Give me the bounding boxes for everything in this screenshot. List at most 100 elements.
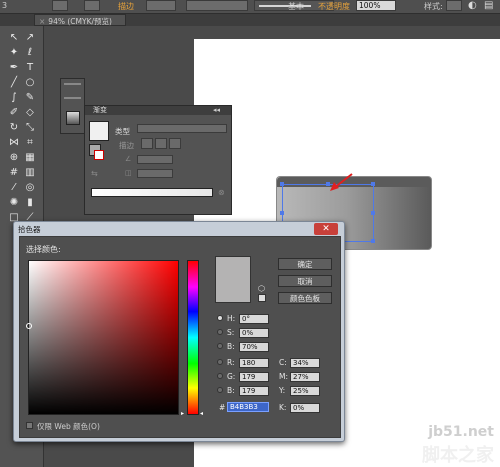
stroke-profile-label: 基本: [288, 2, 304, 11]
hue-slider[interactable]: [187, 260, 199, 415]
k-field[interactable]: 0%: [290, 403, 320, 413]
h-radio[interactable]: [217, 315, 223, 321]
color-swatches-button[interactable]: 颜色色板: [278, 292, 332, 304]
resize-handle[interactable]: [371, 182, 375, 186]
resize-handle[interactable]: [371, 239, 375, 243]
stroke-link[interactable]: 描边: [118, 1, 134, 12]
watermark-text: 脚本之家: [422, 445, 494, 466]
gradient-preview-swatch[interactable]: [89, 121, 109, 141]
document-tab[interactable]: × 94% (CMYK/预览): [34, 14, 126, 26]
m-field[interactable]: 27%: [290, 372, 320, 382]
stroke-indicator-icon[interactable]: [94, 150, 104, 160]
gradient-type-dropdown[interactable]: [137, 124, 227, 133]
out-of-gamut-icon[interactable]: ⬡: [258, 284, 265, 293]
tab-close-icon[interactable]: ×: [39, 17, 45, 26]
m-label: M:: [279, 372, 288, 381]
collapsed-panel-dock: [60, 78, 85, 134]
blue-field[interactable]: 179: [239, 386, 269, 396]
resize-handle[interactable]: [280, 182, 284, 186]
lasso-icon[interactable]: ℓ: [23, 46, 37, 60]
grip-icon[interactable]: [64, 97, 81, 99]
r-field[interactable]: 180: [239, 358, 269, 368]
direct-selection-tool-icon[interactable]: ↗: [23, 31, 37, 45]
blue-radio[interactable]: [217, 387, 223, 393]
opacity-link[interactable]: 不透明度: [318, 1, 350, 12]
stroke-label: 描边: [119, 141, 134, 150]
r-label: R:: [227, 358, 235, 367]
hue-slider-left-arrow-icon[interactable]: ▸: [181, 410, 184, 417]
s-radio[interactable]: [217, 329, 223, 335]
blend-tool-icon[interactable]: ◎: [23, 181, 37, 195]
type-tool-icon[interactable]: T: [23, 61, 37, 75]
variable-width-dropdown[interactable]: [186, 0, 248, 11]
web-only-label: 仅限 Web 颜色(O): [37, 422, 100, 431]
hex-field[interactable]: B4B3B3: [227, 402, 269, 412]
ok-button[interactable]: 确定: [278, 258, 332, 270]
width-tool-icon[interactable]: ⋈: [7, 136, 21, 150]
web-safe-swatch[interactable]: [258, 294, 266, 302]
resize-handle[interactable]: [280, 211, 284, 215]
stroke-swatch[interactable]: [84, 0, 100, 11]
rotate-tool-icon[interactable]: ↻: [7, 121, 21, 135]
picker-body: 选择颜色: ▸ ◂ ⬡ 确定 取消 颜色色板 H: 0° S: 0% B: 70…: [19, 236, 341, 438]
hue-slider-right-arrow-icon[interactable]: ◂: [200, 410, 203, 417]
panel-collapse-icon[interactable]: ◂◂: [213, 106, 220, 114]
h-field[interactable]: 0°: [239, 314, 269, 324]
magic-wand-icon[interactable]: ✦: [7, 46, 21, 60]
gradient-panel-icon[interactable]: [66, 111, 80, 125]
s-field[interactable]: 0%: [239, 328, 269, 338]
column-graph-icon[interactable]: ▮: [23, 196, 37, 210]
pen-tool-icon[interactable]: ✒: [7, 61, 21, 75]
tab-title: 94% (CMYK/预览): [48, 17, 112, 26]
symbol-sprayer-icon[interactable]: ✺: [7, 196, 21, 210]
y-field[interactable]: 25%: [290, 386, 320, 396]
fill-swatch[interactable]: [52, 0, 68, 11]
gradient-slider[interactable]: [91, 188, 213, 197]
b-label: B:: [227, 342, 235, 351]
mesh-tool-icon[interactable]: #: [7, 166, 21, 180]
stroke-option-2[interactable]: [155, 138, 167, 149]
graphic-style-swatch[interactable]: [446, 0, 462, 11]
free-transform-icon[interactable]: ⌗: [23, 136, 37, 150]
cancel-button[interactable]: 取消: [278, 275, 332, 287]
eyedropper-icon[interactable]: ⁄: [7, 181, 21, 195]
b-radio[interactable]: [217, 343, 223, 349]
k-label: K:: [279, 403, 287, 412]
y-label: Y:: [279, 386, 286, 395]
pencil-icon[interactable]: ✎: [23, 91, 37, 105]
resize-handle[interactable]: [371, 211, 375, 215]
c-field[interactable]: 34%: [290, 358, 320, 368]
selection-tool-icon[interactable]: ↖: [7, 31, 21, 45]
align-icon[interactable]: ▤: [484, 0, 493, 11]
reverse-gradient-icon[interactable]: ⇆: [91, 169, 98, 178]
r-radio[interactable]: [217, 359, 223, 365]
ellipse-tool-icon[interactable]: ○: [23, 76, 37, 90]
blob-brush-icon[interactable]: ✐: [7, 106, 21, 120]
g-field[interactable]: 179: [239, 372, 269, 382]
b-field[interactable]: 70%: [239, 342, 269, 352]
eraser-icon[interactable]: ◇: [23, 106, 37, 120]
stroke-weight-field[interactable]: [146, 0, 176, 11]
angle-icon: ∠: [125, 155, 132, 163]
stroke-option-3[interactable]: [169, 138, 181, 149]
watermark-url: jb51.net: [428, 424, 494, 440]
line-tool-icon[interactable]: ╱: [7, 76, 21, 90]
scale-tool-icon[interactable]: ⤡: [23, 121, 37, 135]
stroke-option-1[interactable]: [141, 138, 153, 149]
aspect-ratio-dropdown[interactable]: [137, 169, 173, 178]
gradient-tool-icon[interactable]: ▥: [23, 166, 37, 180]
angle-dropdown[interactable]: [137, 155, 173, 164]
g-radio[interactable]: [217, 373, 223, 379]
delete-stop-icon[interactable]: ⊗: [218, 188, 225, 197]
color-field-cursor[interactable]: [26, 323, 32, 329]
grip-icon[interactable]: [64, 83, 81, 85]
paintbrush-icon[interactable]: ∫: [7, 91, 21, 105]
opacity-field[interactable]: 100%: [356, 0, 396, 11]
close-icon[interactable]: ✕: [314, 223, 338, 235]
gradient-panel-header[interactable]: 渐变: [85, 106, 231, 115]
perspective-grid-icon[interactable]: ▦: [23, 151, 37, 165]
recolor-icon[interactable]: ◐: [468, 0, 477, 11]
color-field[interactable]: [26, 260, 179, 415]
shape-builder-icon[interactable]: ⊕: [7, 151, 21, 165]
web-only-checkbox[interactable]: [26, 422, 33, 429]
